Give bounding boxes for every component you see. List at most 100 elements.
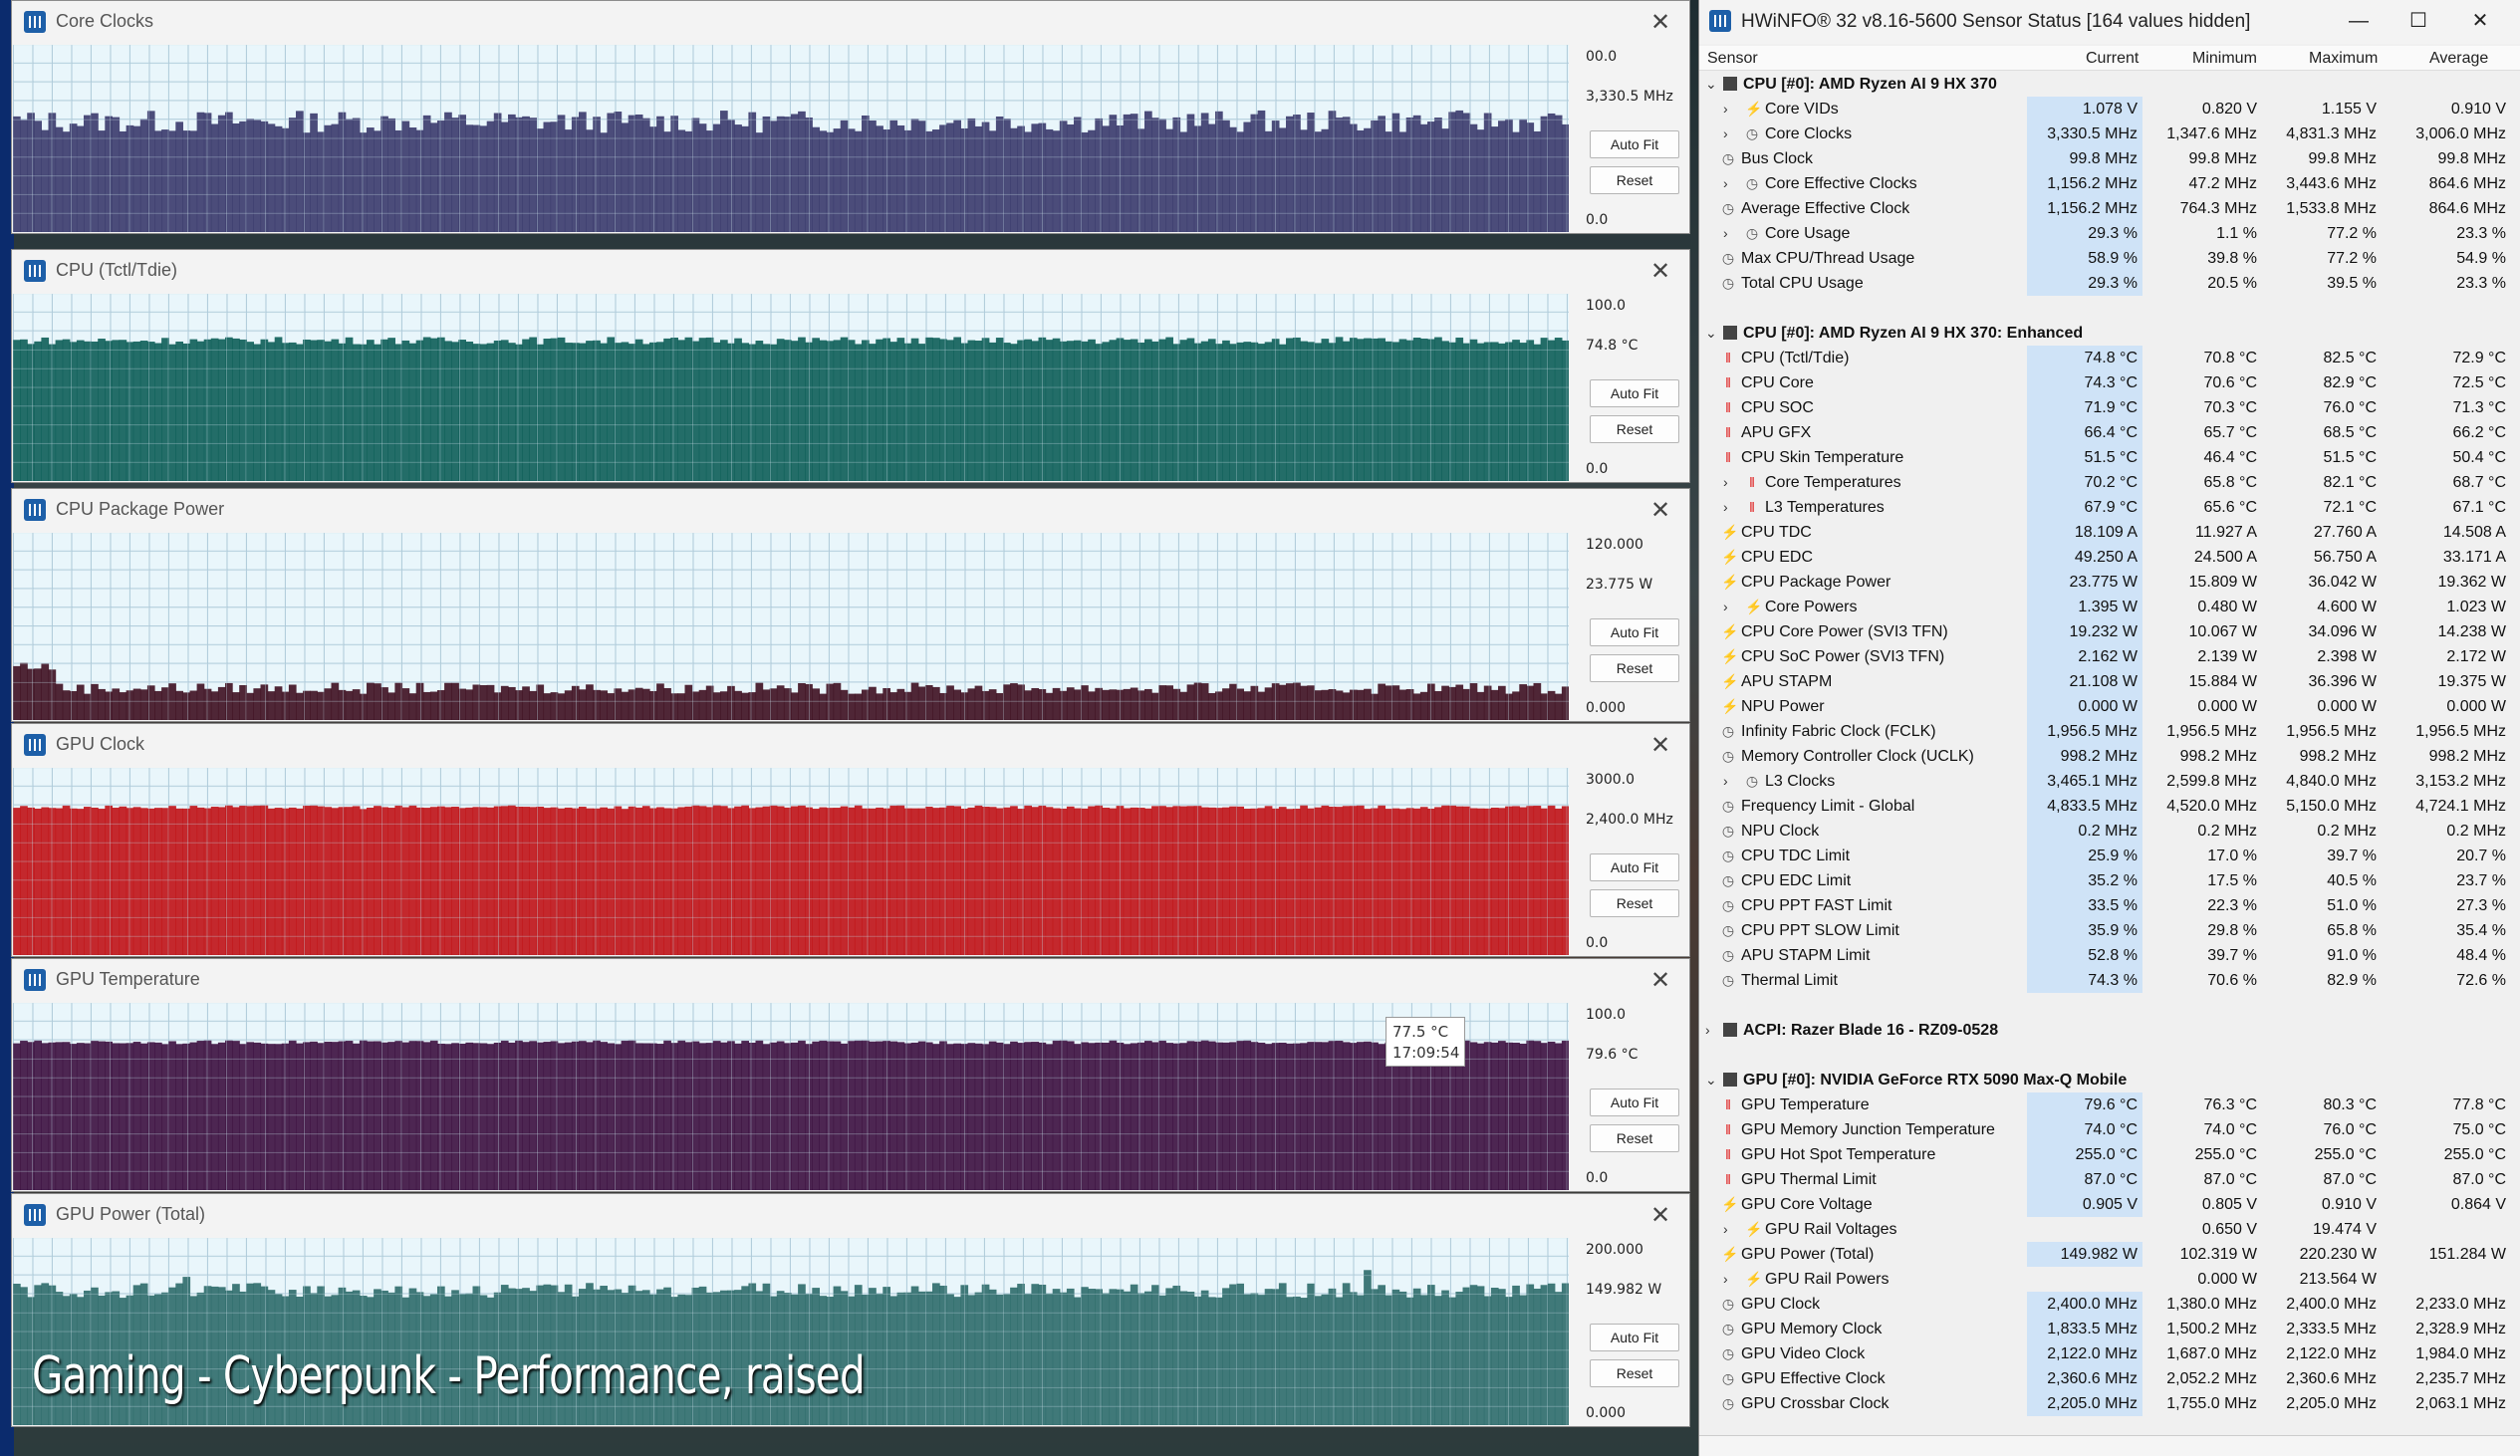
expand-icon[interactable]: ⌄ [1705, 1072, 1717, 1089]
auto-fit-button[interactable]: Auto Fit [1590, 130, 1679, 158]
sensor-row[interactable]: › ◷ Core Clocks 3,330.5 MHz 1,347.6 MHz 4,831… [1699, 121, 2520, 146]
auto-fit-button[interactable]: Auto Fit [1590, 618, 1679, 646]
expand-icon[interactable]: › [1705, 1022, 1710, 1038]
graph-titlebar[interactable]: GPU Temperature ✕ [12, 959, 1689, 1003]
sensor-group-header[interactable]: ⌄ CPU [#0]: AMD Ryzen AI 9 HX 370: Enhanc… [1699, 321, 2520, 346]
expand-icon[interactable]: ⌄ [1705, 325, 1717, 342]
sensor-row[interactable]: ◷ NPU Clock 0.2 MHz 0.2 MHz 0.2 MHz 0.2 MHz [1699, 819, 2520, 844]
reset-button[interactable]: Reset [1590, 1124, 1679, 1152]
sensor-row[interactable]: ◷ GPU Effective Clock 2,360.6 MHz 2,052.2 M… [1699, 1366, 2520, 1391]
sensor-row[interactable]: › ⚡ GPU Rail Voltages 0.650 V 19.474 V [1699, 1217, 2520, 1242]
close-icon[interactable]: ✕ [1645, 495, 1675, 525]
sensor-row[interactable]: ⚡ CPU Package Power 23.775 W 15.809 W 36.042… [1699, 570, 2520, 595]
expand-icon[interactable]: › [1723, 474, 1728, 490]
sensor-row[interactable]: ⚡ CPU SoC Power (SVI3 TFN) 2.162 W 2.139 W 2… [1699, 644, 2520, 669]
sensor-row[interactable]: ‖ GPU Thermal Limit 87.0 °C 87.0 °C 87.0 °C 8… [1699, 1167, 2520, 1192]
sensor-row[interactable]: ◷ Max CPU/Thread Usage 58.9 % 39.8 % 77.2 % 5… [1699, 246, 2520, 271]
reset-button[interactable]: Reset [1590, 654, 1679, 682]
col-current[interactable]: Current [2086, 50, 2139, 68]
reset-button[interactable]: Reset [1590, 889, 1679, 917]
close-icon[interactable]: ✕ [1645, 256, 1675, 286]
expand-icon[interactable]: › [1723, 175, 1728, 191]
sensor-row[interactable]: › ◷ L3 Clocks 3,465.1 MHz 2,599.8 MHz 4,840.0… [1699, 769, 2520, 794]
sensor-row[interactable]: ◷ Memory Controller Clock (UCLK) 998.2 MHz… [1699, 744, 2520, 769]
sensor-row[interactable]: ‖ GPU Hot Spot Temperature 255.0 °C 255.0 °… [1699, 1142, 2520, 1167]
expand-icon[interactable]: ⌄ [1705, 76, 1717, 93]
sensor-row[interactable]: ‖ CPU SOC 71.9 °C 70.3 °C 76.0 °C 71.3 °C [1699, 395, 2520, 420]
graph-titlebar[interactable]: GPU Clock ✕ [12, 724, 1689, 768]
auto-fit-button[interactable]: Auto Fit [1590, 379, 1679, 407]
sensor-row[interactable]: › ◷ Core Effective Clocks 1,156.2 MHz 47.2 M… [1699, 171, 2520, 196]
sensor-row[interactable]: ‖ APU GFX 66.4 °C 65.7 °C 68.5 °C 66.2 °C [1699, 420, 2520, 445]
sensor-row[interactable]: › ⚡ Core VIDs 1.078 V 0.820 V 1.155 V 0.910 V [1699, 97, 2520, 121]
sensor-row[interactable]: ‖ CPU Skin Temperature 51.5 °C 46.4 °C 51.5 … [1699, 445, 2520, 470]
expand-icon[interactable]: › [1723, 499, 1728, 515]
sensor-row[interactable]: ◷ Infinity Fabric Clock (FCLK) 1,956.5 MHz… [1699, 719, 2520, 744]
col-average[interactable]: Average [2429, 50, 2488, 68]
sensor-row[interactable]: ◷ CPU PPT FAST Limit 33.5 % 22.3 % 51.0 % 27.… [1699, 893, 2520, 918]
graph-titlebar[interactable]: GPU Power (Total) ✕ [12, 1194, 1689, 1238]
sensor-row[interactable]: ‖ CPU Core 74.3 °C 70.6 °C 82.9 °C 72.5 °C [1699, 370, 2520, 395]
sensor-row[interactable]: ⚡ CPU EDC 49.250 A 24.500 A 56.750 A 33.171 A [1699, 545, 2520, 570]
col-minimum[interactable]: Minimum [2192, 50, 2257, 68]
sensor-row[interactable]: › ◷ Core Usage 29.3 % 1.1 % 77.2 % 23.3 % [1699, 221, 2520, 246]
sensor-list[interactable]: ⌄ CPU [#0]: AMD Ryzen AI 9 HX 370 › ⚡ Core V… [1699, 72, 2520, 1436]
sensor-row[interactable]: ◷ GPU Clock 2,400.0 MHz 1,380.0 MHz 2,400.0 … [1699, 1292, 2520, 1317]
sensor-row[interactable]: ⚡ GPU Core Voltage 0.905 V 0.805 V 0.910 V 0.… [1699, 1192, 2520, 1217]
reset-button[interactable]: Reset [1590, 166, 1679, 194]
sensor-row[interactable]: ‖ CPU (Tctl/Tdie) 74.8 °C 70.8 °C 82.5 °C 72.… [1699, 346, 2520, 370]
reset-button[interactable]: Reset [1590, 1359, 1679, 1387]
col-maximum[interactable]: Maximum [2309, 50, 2378, 68]
col-sensor[interactable]: Sensor [1707, 50, 1758, 68]
sensor-row[interactable]: ◷ CPU EDC Limit 35.2 % 17.5 % 40.5 % 23.7 % [1699, 868, 2520, 893]
expand-icon[interactable]: › [1723, 773, 1728, 789]
close-icon[interactable]: ✕ [1645, 730, 1675, 760]
hwinfo-titlebar[interactable]: HWiNFO® 32 v8.16-5600 Sensor Status [164… [1699, 0, 2520, 44]
sensor-row[interactable]: ◷ Frequency Limit - Global 4,833.5 MHz 4,52… [1699, 794, 2520, 819]
auto-fit-button[interactable]: Auto Fit [1590, 1089, 1679, 1116]
graph-titlebar[interactable]: Core Clocks ✕ [12, 1, 1689, 45]
sensor-row[interactable]: ⚡ CPU Core Power (SVI3 TFN) 19.232 W 10.067… [1699, 619, 2520, 644]
expand-icon[interactable]: › [1723, 225, 1728, 241]
sensor-row[interactable]: ◷ GPU Memory Clock 1,833.5 MHz 1,500.2 MHz 2… [1699, 1317, 2520, 1341]
sensor-row[interactable]: ⚡ NPU Power 0.000 W 0.000 W 0.000 W 0.000 W [1699, 694, 2520, 719]
expand-icon[interactable]: › [1723, 599, 1728, 614]
sensor-row[interactable]: ◷ CPU TDC Limit 25.9 % 17.0 % 39.7 % 20.7 % [1699, 844, 2520, 868]
auto-fit-button[interactable]: Auto Fit [1590, 853, 1679, 881]
graph-titlebar[interactable]: CPU Package Power ✕ [12, 489, 1689, 533]
sensor-row[interactable]: ◷ CPU PPT SLOW Limit 35.9 % 29.8 % 65.8 % 35.… [1699, 918, 2520, 943]
sensor-row[interactable]: › ⚡ Core Powers 1.395 W 0.480 W 4.600 W 1.023 … [1699, 595, 2520, 619]
sensor-group-header[interactable]: ⌄ CPU [#0]: AMD Ryzen AI 9 HX 370 [1699, 72, 2520, 97]
auto-fit-button[interactable]: Auto Fit [1590, 1324, 1679, 1351]
sensor-row[interactable]: ‖ GPU Memory Junction Temperature 74.0 °C 7… [1699, 1117, 2520, 1142]
sensor-row[interactable]: ◷ GPU Crossbar Clock 2,205.0 MHz 1,755.0 MH… [1699, 1391, 2520, 1416]
close-icon[interactable]: ✕ [1645, 1200, 1675, 1230]
sensor-row[interactable]: › ⚡ GPU Rail Powers 0.000 W 213.564 W [1699, 1267, 2520, 1292]
reset-button[interactable]: Reset [1590, 415, 1679, 443]
graph-titlebar[interactable]: CPU (Tctl/Tdie) ✕ [12, 250, 1689, 294]
close-icon[interactable]: ✕ [1645, 965, 1675, 995]
sensor-row[interactable]: ◷ Thermal Limit 74.3 % 70.6 % 82.9 % 72.6 % [1699, 968, 2520, 993]
maximize-icon[interactable]: ☐ [2396, 6, 2440, 36]
sensor-group-header[interactable]: ⌄ GPU [#0]: NVIDIA GeForce RTX 5090 Max-Q… [1699, 1068, 2520, 1092]
sensor-row[interactable]: ◷ GPU Video Clock 2,122.0 MHz 1,687.0 MHz 2,… [1699, 1341, 2520, 1366]
sensor-row[interactable]: ⚡ APU STAPM 21.108 W 15.884 W 36.396 W 19.375… [1699, 669, 2520, 694]
close-icon[interactable]: ✕ [2458, 6, 2502, 36]
close-icon[interactable]: ✕ [1645, 7, 1675, 37]
sensor-row[interactable]: ⚡ GPU Power (Total) 149.982 W 102.319 W 220.… [1699, 1242, 2520, 1267]
sensor-group-header[interactable]: › ACPI: Razer Blade 16 - RZ09-0528 [1699, 1018, 2520, 1043]
sensor-row[interactable]: ⚡ CPU TDC 18.109 A 11.927 A 27.760 A 14.508 A [1699, 520, 2520, 545]
expand-icon[interactable]: › [1723, 1221, 1728, 1237]
sensor-row[interactable]: ◷ Bus Clock 99.8 MHz 99.8 MHz 99.8 MHz 99.8 M… [1699, 146, 2520, 171]
minimize-icon[interactable]: — [2337, 6, 2381, 36]
expand-icon[interactable]: › [1723, 101, 1728, 117]
sensor-row[interactable]: › ‖ L3 Temperatures 67.9 °C 65.6 °C 72.1 °C 67… [1699, 495, 2520, 520]
sensor-row[interactable]: ◷ Average Effective Clock 1,156.2 MHz 764.3… [1699, 196, 2520, 221]
expand-icon[interactable]: › [1723, 1271, 1728, 1287]
sensor-row[interactable]: ◷ APU STAPM Limit 52.8 % 39.7 % 91.0 % 48.4 % [1699, 943, 2520, 968]
expand-icon[interactable]: › [1723, 125, 1728, 141]
sensor-row[interactable]: › ‖ Core Temperatures 70.2 °C 65.8 °C 82.1 °C… [1699, 470, 2520, 495]
sensor-row[interactable]: ‖ GPU Temperature 79.6 °C 76.3 °C 80.3 °C 77.… [1699, 1092, 2520, 1117]
sensor-name: Core Powers [1765, 599, 1858, 615]
sensor-row[interactable]: ◷ Total CPU Usage 29.3 % 20.5 % 39.5 % 23.3 % [1699, 271, 2520, 296]
